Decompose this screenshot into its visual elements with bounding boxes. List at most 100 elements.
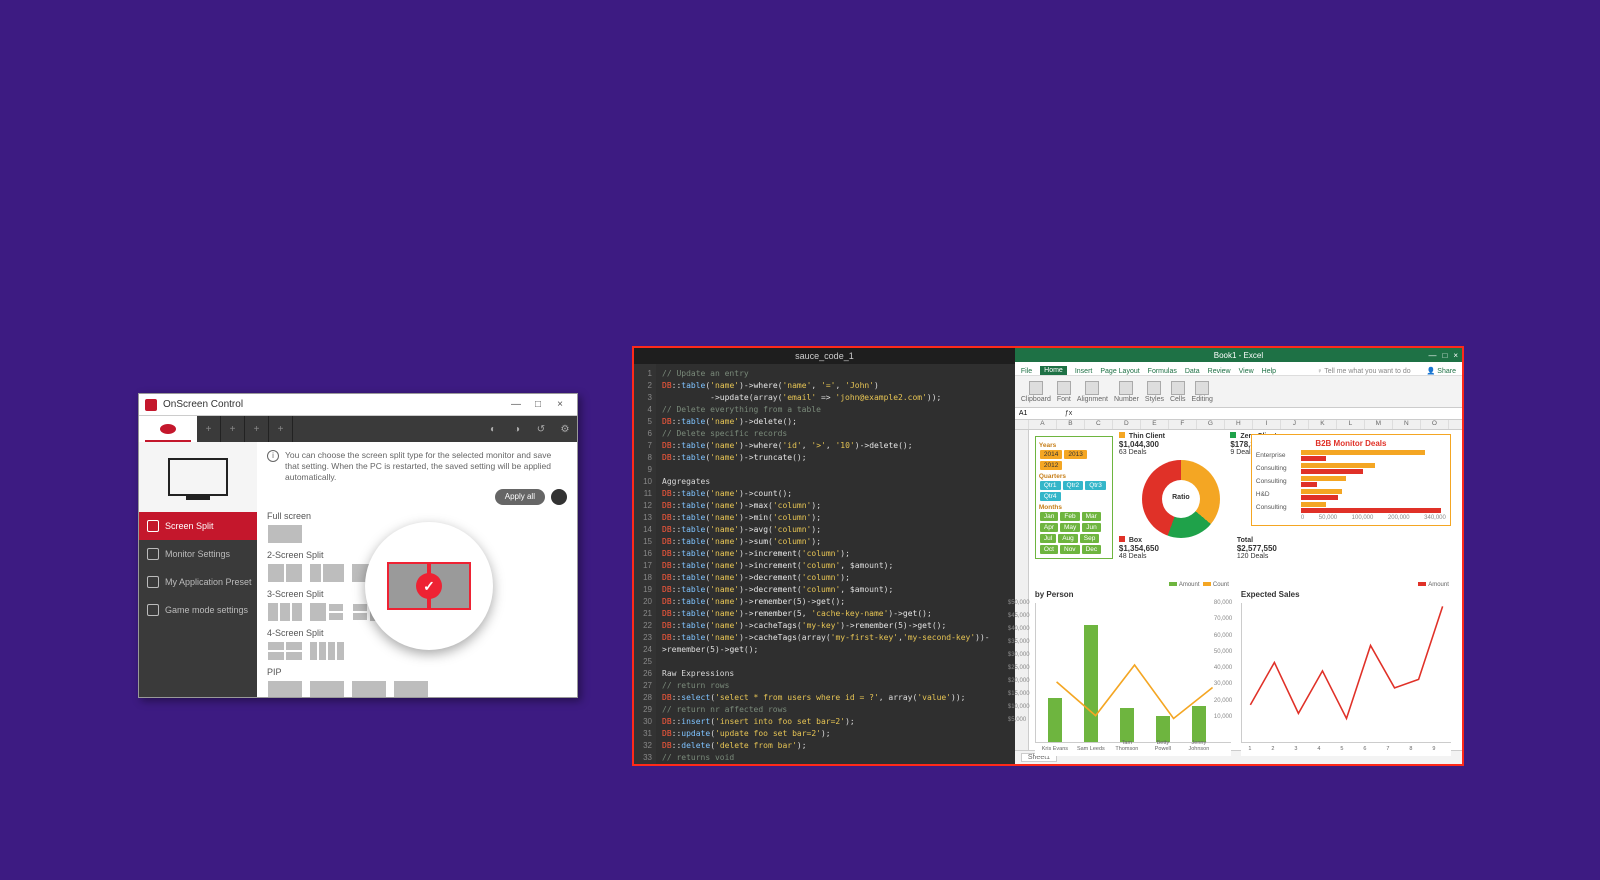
maximize-button[interactable]: □: [527, 399, 549, 410]
close-button[interactable]: ×: [549, 399, 571, 410]
col-header[interactable]: E: [1141, 420, 1169, 429]
sidebar-item-app-preset[interactable]: My Application Preset: [139, 568, 257, 596]
ribbon-tab-home[interactable]: Home: [1040, 366, 1067, 375]
col-header[interactable]: N: [1393, 420, 1421, 429]
ribbon-tab-formulas[interactable]: Formulas: [1148, 368, 1177, 375]
layout-3-h[interactable]: [267, 602, 303, 622]
filter-pill[interactable]: Jan: [1040, 512, 1058, 521]
filters-years-label: Years: [1039, 442, 1109, 449]
layout-2-h[interactable]: [267, 563, 303, 583]
excel-close-button[interactable]: ×: [1453, 351, 1458, 360]
expected-title: Expected Sales: [1241, 590, 1451, 599]
filter-pill[interactable]: Qtr2: [1063, 481, 1084, 490]
col-header[interactable]: C: [1085, 420, 1113, 429]
ribbon-group-styles[interactable]: Styles: [1145, 381, 1164, 403]
ribbon-tab-review[interactable]: Review: [1208, 368, 1231, 375]
osc-tab-slot[interactable]: +: [197, 416, 221, 442]
ribbon-group-clipboard[interactable]: Clipboard: [1021, 381, 1051, 403]
col-header[interactable]: G: [1197, 420, 1225, 429]
zoom-lens: [365, 522, 493, 650]
osc-sidebar: Screen Split Monitor Settings My Applica…: [139, 442, 257, 697]
col-header[interactable]: H: [1225, 420, 1253, 429]
filter-pill[interactable]: Qtr1: [1040, 481, 1061, 490]
layout-pip-a[interactable]: [267, 680, 303, 697]
layout-2-h-alt[interactable]: [309, 563, 345, 583]
code-editor-pane: sauce_code_1 123456789101112131415161718…: [634, 348, 1015, 764]
osc-tab-active[interactable]: [139, 416, 197, 442]
apply-chip-button[interactable]: [551, 489, 567, 505]
excel-max-button[interactable]: □: [1442, 351, 1447, 360]
ribbon-tab-file[interactable]: File: [1021, 368, 1032, 375]
layout-4-grid[interactable]: [267, 641, 303, 661]
col-header[interactable]: K: [1309, 420, 1337, 429]
filter-pill[interactable]: 2014: [1040, 450, 1062, 459]
layout-pip-c[interactable]: [351, 680, 387, 697]
filter-pill[interactable]: Jul: [1040, 534, 1056, 543]
fx-icon[interactable]: ƒx: [1065, 410, 1072, 417]
osc-titlebar: OnScreen Control — □ ×: [139, 394, 577, 416]
ribbon-group-number[interactable]: Number: [1114, 381, 1139, 403]
apply-all-button[interactable]: Apply all: [495, 489, 545, 505]
code-source[interactable]: // Update an entry DB::table('name')->wh…: [656, 364, 1015, 764]
ribbon-group-cells[interactable]: Cells: [1170, 381, 1186, 403]
filter-pill[interactable]: May: [1060, 523, 1080, 532]
worksheet-grid[interactable]: ABCDEFGHIJKLMNO Years 201420132012 Quart…: [1015, 420, 1462, 750]
filter-pill[interactable]: Apr: [1040, 523, 1058, 532]
gear-icon[interactable]: ⚙: [553, 416, 577, 442]
osc-icon-c[interactable]: ↺: [529, 416, 553, 442]
formula-input[interactable]: [1078, 410, 1458, 417]
section-full: Full screen: [267, 511, 567, 521]
col-header[interactable]: L: [1337, 420, 1365, 429]
ribbon-tab-view[interactable]: View: [1239, 368, 1254, 375]
preset-icon: [147, 576, 159, 588]
minimize-button[interactable]: —: [505, 399, 527, 410]
filter-pill[interactable]: Mar: [1082, 512, 1101, 521]
col-header[interactable]: F: [1169, 420, 1197, 429]
osc-top-tabs: + + + + ◐ ◑ ↺ ⚙: [139, 416, 577, 442]
sidebar-item-game-mode[interactable]: Game mode settings: [139, 596, 257, 624]
share-button[interactable]: 👤 Share: [1427, 367, 1456, 375]
layout-pip-d[interactable]: [393, 680, 429, 697]
filter-pill[interactable]: Qtr3: [1085, 481, 1106, 490]
name-box[interactable]: [1019, 410, 1059, 417]
ribbon-group-alignment[interactable]: Alignment: [1077, 381, 1108, 403]
col-header[interactable]: B: [1057, 420, 1085, 429]
osc-tab-slot[interactable]: +: [221, 416, 245, 442]
sidebar-item-monitor-settings[interactable]: Monitor Settings: [139, 540, 257, 568]
filter-pill[interactable]: Dec: [1082, 545, 1102, 554]
ribbon-tab-page-layout[interactable]: Page Layout: [1100, 368, 1139, 375]
col-header[interactable]: A: [1029, 420, 1057, 429]
ribbon-group-font[interactable]: Font: [1057, 381, 1071, 403]
col-header[interactable]: M: [1365, 420, 1393, 429]
osc-title: OnScreen Control: [163, 399, 243, 410]
ribbon-tab-insert[interactable]: Insert: [1075, 368, 1093, 375]
ribbon-tab-help[interactable]: Help: [1262, 368, 1276, 375]
excel-min-button[interactable]: —: [1428, 351, 1436, 360]
filter-pill[interactable]: Nov: [1060, 545, 1080, 554]
ribbon-tab-data[interactable]: Data: [1185, 368, 1200, 375]
osc-tab-slot[interactable]: +: [269, 416, 293, 442]
filter-pill[interactable]: Aug: [1058, 534, 1078, 543]
filter-pill[interactable]: Qtr4: [1040, 492, 1061, 501]
osc-tab-slot[interactable]: +: [245, 416, 269, 442]
layout-3-l1r2[interactable]: [309, 602, 345, 622]
col-header[interactable]: O: [1421, 420, 1449, 429]
filter-pill[interactable]: Oct: [1040, 545, 1058, 554]
layout-pip-b[interactable]: [309, 680, 345, 697]
filter-pill[interactable]: Sep: [1080, 534, 1100, 543]
col-header[interactable]: J: [1281, 420, 1309, 429]
osc-icon-a[interactable]: ◐: [481, 416, 505, 442]
col-header[interactable]: I: [1253, 420, 1281, 429]
filter-pill[interactable]: Feb: [1060, 512, 1079, 521]
code-tab-title[interactable]: sauce_code_1: [634, 348, 1015, 364]
layout-full[interactable]: [267, 524, 303, 544]
col-header[interactable]: D: [1113, 420, 1141, 429]
filter-pill[interactable]: Jun: [1082, 523, 1100, 532]
ribbon-group-editing[interactable]: Editing: [1192, 381, 1213, 403]
layout-4-b[interactable]: [309, 641, 345, 661]
filter-pill[interactable]: 2012: [1040, 461, 1062, 470]
sidebar-item-screen-split[interactable]: Screen Split: [139, 512, 257, 540]
filter-pill[interactable]: 2013: [1064, 450, 1086, 459]
osc-icon-b[interactable]: ◑: [505, 416, 529, 442]
tell-me-input[interactable]: ♀ Tell me what you want to do: [1317, 368, 1410, 375]
